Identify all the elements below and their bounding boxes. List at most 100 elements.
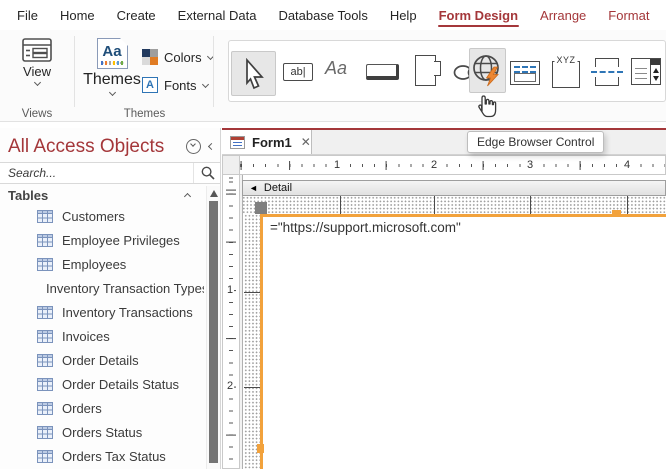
navigation-control-tool-button[interactable]: [510, 61, 540, 85]
table-item-order-details-status[interactable]: Order Details Status: [0, 372, 204, 396]
scrollbar-thumb[interactable]: [209, 201, 218, 463]
combo-box-tool-button[interactable]: [631, 58, 661, 85]
table-item-orders-status[interactable]: Orders Status: [0, 420, 204, 444]
table-item-label: Inventory Transactions: [62, 304, 193, 320]
table-item-label: Orders Status: [62, 424, 143, 440]
control-source-text: ="https://support.microsoft.com": [270, 220, 461, 235]
menu-create[interactable]: Create: [106, 0, 167, 30]
hand-cursor: [478, 95, 497, 118]
table-item-label: Employee Privileges: [62, 232, 180, 248]
ribbon: View Views Aa Themes Colors A Fonts Them…: [0, 30, 666, 122]
page-break-tool-button[interactable]: [591, 58, 623, 86]
view-dropdown-chevron-icon: [33, 78, 41, 87]
design-grid-margin[interactable]: [244, 214, 260, 469]
table-item-label: Order Details Status: [62, 376, 180, 392]
text-box-tool-button[interactable]: ab|: [283, 63, 313, 81]
chevron-up-icon: [183, 192, 192, 201]
resize-handle-left[interactable]: [257, 444, 264, 453]
label-tool-button[interactable]: Aa: [325, 58, 347, 79]
controls-gallery: ab| Aa XYZ: [228, 40, 666, 102]
detail-section-label: Detail: [263, 182, 293, 194]
table-item-label: Invoices: [62, 328, 110, 344]
ribbon-group-divider: [213, 36, 214, 107]
resize-handle-top[interactable]: [612, 210, 621, 217]
move-handle[interactable]: [255, 202, 267, 214]
table-icon: [37, 233, 53, 247]
menu-database-tools[interactable]: Database Tools: [267, 0, 378, 30]
search-bar: [0, 162, 220, 184]
table-item-customers[interactable]: Customers: [0, 204, 204, 228]
text-box-icon: ab|: [283, 63, 313, 81]
button-tool-button[interactable]: [366, 64, 399, 80]
scroll-up-arrow-icon[interactable]: [209, 190, 218, 197]
menu-home[interactable]: Home: [49, 0, 106, 30]
table-item-order-details[interactable]: Order Details: [0, 348, 204, 372]
themes-button[interactable]: Aa Themes: [83, 38, 141, 97]
command-button-icon: [366, 64, 399, 80]
themes-group: Aa Themes Colors A Fonts Themes: [76, 30, 214, 122]
horizontal-ruler: 1 2 3 4: [240, 155, 666, 175]
colors-button-label: Colors: [164, 49, 202, 65]
menu-arrange[interactable]: Arrange: [529, 0, 597, 30]
menu-file-label: File: [17, 7, 38, 23]
table-icon: [37, 401, 53, 415]
select-tool-button[interactable]: [231, 51, 276, 96]
selection-border-top[interactable]: [260, 214, 666, 217]
views-group: View Views: [0, 30, 74, 122]
table-icon: [37, 257, 53, 271]
document-area: Form1 ✕ 1 2 3 4 1 2 ◄ Detail ="https://s…: [222, 128, 666, 469]
design-grid[interactable]: [242, 196, 666, 214]
table-item-inventory-transactions[interactable]: Inventory Transactions: [0, 300, 204, 324]
option-group-tool-button[interactable]: XYZ: [552, 55, 580, 88]
fonts-button[interactable]: A Fonts: [142, 74, 209, 96]
selection-border-left[interactable]: [260, 214, 263, 469]
close-tab-icon[interactable]: ✕: [301, 135, 311, 149]
search-icon: [201, 166, 215, 180]
shutter-close-button[interactable]: [207, 142, 216, 150]
form1-tab[interactable]: Form1 ✕: [222, 130, 312, 154]
fonts-dropdown-chevron-icon: [201, 80, 209, 89]
menu-create-label: Create: [116, 7, 156, 23]
grid-inch-line: [627, 196, 628, 214]
table-item-employees[interactable]: Employees: [0, 252, 204, 276]
views-group-caption: Views: [21, 108, 53, 120]
table-icon: [37, 305, 53, 319]
ruler-number: 2: [427, 158, 441, 172]
form1-tab-label: Form1: [252, 134, 292, 150]
option-group-icon: XYZ: [552, 55, 580, 88]
ruler-number: 1: [330, 158, 344, 172]
themes-group-caption: Themes: [123, 108, 166, 120]
table-item-label: Order Details: [62, 352, 139, 368]
menu-file[interactable]: File: [6, 0, 49, 30]
nav-pane-menu-button[interactable]: [186, 139, 201, 154]
menu-form-design[interactable]: Form Design: [428, 0, 529, 30]
menu-help[interactable]: Help: [379, 0, 428, 30]
page-break-icon: [591, 58, 623, 86]
section-arrow-icon: ◄: [249, 182, 258, 193]
grid-inch-line: [244, 292, 260, 293]
table-item-orders[interactable]: Orders: [0, 396, 204, 420]
table-item-invoices[interactable]: Invoices: [0, 324, 204, 348]
sidebar-scrollbar[interactable]: [206, 186, 220, 469]
search-button[interactable]: [193, 163, 220, 183]
table-item-employee-privileges[interactable]: Employee Privileges: [0, 228, 204, 252]
label-icon: Aa: [325, 58, 348, 78]
themes-icon-palette: [100, 61, 124, 65]
tables-section-header[interactable]: Tables: [8, 186, 192, 204]
tab-control-icon: [415, 55, 441, 86]
view-button[interactable]: View: [0, 38, 74, 87]
table-item-inventory-transaction-types[interactable]: Inventory Transaction Types: [0, 276, 204, 300]
ruler-number: 3: [523, 158, 537, 172]
lightning-bolt-icon: [485, 66, 499, 86]
tooltip: Edge Browser Control: [467, 131, 605, 153]
table-item-orders-tax-status[interactable]: Orders Tax Status: [0, 444, 204, 468]
search-input[interactable]: [0, 163, 193, 183]
navigation-pane-header: All Access Objects: [8, 133, 216, 160]
edge-browser-control-button[interactable]: [469, 48, 506, 93]
menu-external-data[interactable]: External Data: [167, 0, 268, 30]
edge-browser-control-canvas[interactable]: ="https://support.microsoft.com": [263, 217, 666, 469]
colors-button[interactable]: Colors: [142, 46, 214, 68]
menu-format[interactable]: Format: [597, 0, 660, 30]
detail-section-bar[interactable]: ◄ Detail: [242, 180, 666, 196]
tab-control-tool-button[interactable]: [415, 55, 441, 86]
